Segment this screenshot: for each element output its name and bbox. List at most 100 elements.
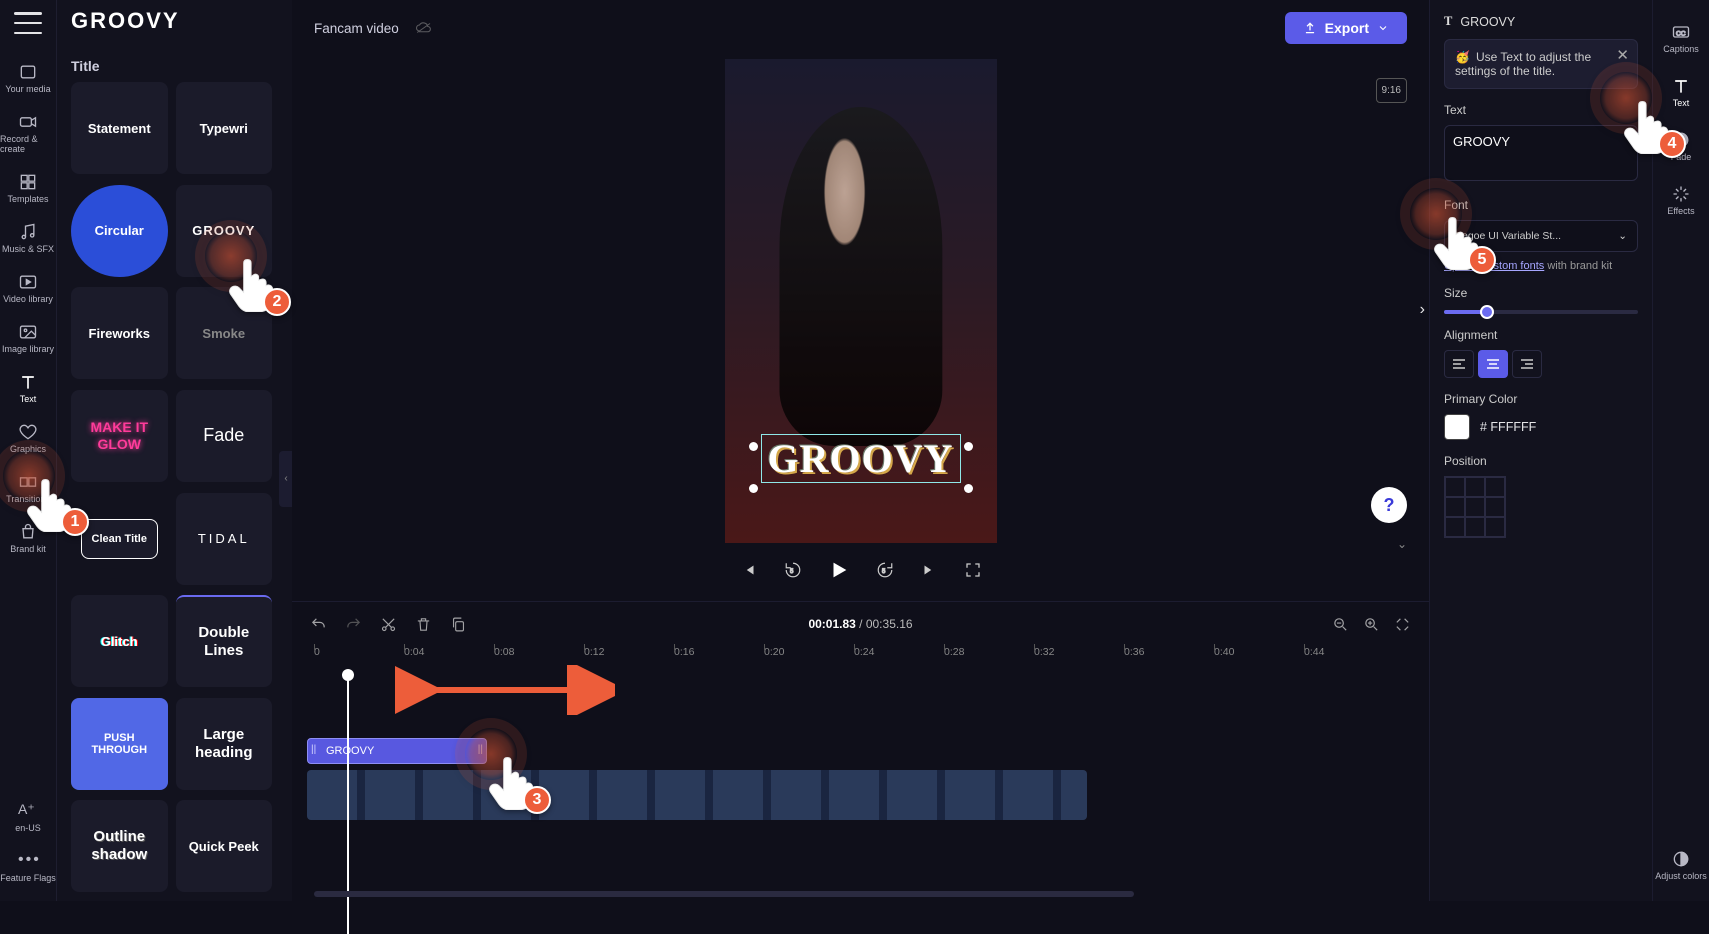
rail-label: Text: [20, 394, 37, 404]
timeline-text-clip[interactable]: GROOVY: [307, 738, 487, 764]
emoji-icon: 🥳: [1455, 50, 1470, 64]
text-icon: [1671, 76, 1691, 96]
resize-handle[interactable]: [964, 484, 973, 493]
hamburger-button[interactable]: [14, 12, 42, 34]
rail-text[interactable]: Text: [0, 364, 56, 412]
tile-glitch[interactable]: Glitch: [71, 595, 168, 687]
zoom-in-button[interactable]: [1363, 616, 1380, 633]
stage: 9:16 GROOVY ? › ⌄: [292, 56, 1429, 545]
rrail-fade[interactable]: Fade: [1653, 120, 1709, 172]
font-select[interactable]: Segoe UI Variable St... ⌄: [1444, 220, 1638, 252]
upload-fonts-link[interactable]: Upload custom fonts: [1444, 260, 1544, 272]
tile-fireworks[interactable]: Fireworks: [71, 287, 168, 379]
timeline-tracks[interactable]: GROOVY: [292, 674, 1429, 901]
left-panel: GROOVY Title Statement Typewri Circular …: [57, 0, 292, 901]
resize-handle[interactable]: [749, 442, 758, 451]
project-name[interactable]: Fancam video: [314, 21, 399, 36]
tile-statement[interactable]: Statement: [71, 82, 168, 174]
rail-feature-flags[interactable]: ••• Feature Flags: [0, 843, 56, 891]
tile-tidal[interactable]: TIDAL: [176, 493, 273, 585]
tile-double-lines[interactable]: Double Lines: [176, 595, 273, 687]
svg-text:CC: CC: [1676, 30, 1686, 37]
fullscreen-button[interactable]: [964, 561, 982, 579]
tile-large-heading[interactable]: Large heading: [176, 698, 273, 790]
skip-start-button[interactable]: [740, 561, 758, 579]
size-slider[interactable]: [1444, 310, 1638, 314]
close-tip-button[interactable]: ✕: [1616, 46, 1629, 64]
expand-right-chevron[interactable]: ›: [1420, 301, 1425, 319]
rrail-adjust-colors[interactable]: Adjust colors: [1653, 839, 1709, 891]
rail-label: Brand kit: [10, 544, 46, 554]
color-value: # FFFFFF: [1480, 420, 1536, 434]
rail-video-lib[interactable]: Video library: [0, 264, 56, 312]
expand-dropdown-chevron[interactable]: ⌄: [1397, 537, 1407, 551]
color-row: # FFFFFF: [1444, 414, 1638, 440]
align-right-button[interactable]: [1512, 350, 1542, 378]
rrail-effects[interactable]: Effects: [1653, 174, 1709, 226]
export-button[interactable]: Export: [1285, 12, 1407, 44]
bag-icon: [18, 522, 38, 542]
copy-button[interactable]: [450, 616, 467, 633]
slider-thumb[interactable]: [1480, 305, 1494, 319]
timeline-ruler[interactable]: 00:040:080:120:160:200:240:280:320:360:4…: [292, 646, 1429, 674]
tile-quick-peek[interactable]: Quick Peek: [176, 800, 273, 892]
collapse-left-button[interactable]: ‹: [279, 451, 292, 507]
position-section-label: Position: [1444, 454, 1638, 468]
undo-button[interactable]: [310, 616, 327, 633]
alignment-section-label: Alignment: [1444, 328, 1638, 342]
timeline-scrollbar[interactable]: [314, 891, 1134, 897]
tile-smoke[interactable]: Smoke: [176, 287, 273, 379]
rail-templates[interactable]: Templates: [0, 164, 56, 212]
rail-label: Video library: [3, 294, 53, 304]
rrail-text[interactable]: Text: [1653, 66, 1709, 118]
rail-your-media[interactable]: Your media: [0, 54, 56, 102]
rail-music[interactable]: Music & SFX: [0, 214, 56, 262]
rail-image-lib[interactable]: Image library: [0, 314, 56, 362]
color-swatch[interactable]: [1444, 414, 1470, 440]
contrast-icon: [1671, 849, 1691, 869]
cut-button[interactable]: [380, 616, 397, 633]
tile-groovy[interactable]: GROOVY: [176, 185, 273, 277]
help-button[interactable]: ?: [1371, 487, 1407, 523]
timeline-video-clip[interactable]: [307, 770, 1087, 820]
tile-make-it-glow[interactable]: MAKE IT GLOW: [71, 390, 168, 482]
tile-push-through[interactable]: PUSH THROUGH: [71, 698, 168, 790]
tile-fade[interactable]: Fade: [176, 390, 273, 482]
total-time: 00:35.16: [866, 617, 913, 631]
tile-circular[interactable]: Circular: [71, 185, 168, 277]
tile-typewriter[interactable]: Typewri: [176, 82, 273, 174]
zoom-out-button[interactable]: [1332, 616, 1349, 633]
position-grid[interactable]: [1444, 476, 1506, 538]
music-icon: [18, 222, 38, 242]
video-canvas[interactable]: GROOVY: [725, 59, 997, 543]
align-left-button[interactable]: [1444, 350, 1474, 378]
redo-button[interactable]: [345, 616, 362, 633]
timeline-actions: 00:01.83 / 00:35.16: [292, 602, 1429, 646]
tile-clean-title[interactable]: Clean Title: [81, 519, 158, 559]
title-template-grid: Statement Typewri Circular GROOVY Firewo…: [71, 82, 278, 895]
rail-locale[interactable]: A⁺ en-US: [0, 793, 56, 841]
rail-brand-kit[interactable]: Brand kit: [0, 514, 56, 562]
resize-handle[interactable]: [749, 484, 758, 493]
fit-button[interactable]: [1394, 616, 1411, 633]
templates-icon: [18, 172, 38, 192]
timeline-timecode: 00:01.83 / 00:35.16: [808, 617, 912, 631]
skip-end-button[interactable]: [920, 561, 938, 579]
rail-transitions[interactable]: Transitions: [0, 464, 56, 512]
forward-5-button[interactable]: 5: [876, 561, 894, 579]
aspect-ratio-button[interactable]: 9:16: [1376, 78, 1407, 103]
rail-label: Record & create: [0, 134, 56, 154]
rrail-captions[interactable]: CC Captions: [1653, 12, 1709, 64]
tile-outline-shadow[interactable]: Outline shadow: [71, 800, 168, 892]
delete-button[interactable]: [415, 616, 432, 633]
tip-text: Use Text to adjust the settings of the t…: [1455, 50, 1591, 78]
rewind-5-button[interactable]: 5: [784, 561, 802, 579]
text-overlay[interactable]: GROOVY: [761, 434, 961, 483]
captions-icon: CC: [1671, 22, 1691, 42]
rail-graphics[interactable]: Graphics: [0, 414, 56, 462]
resize-handle[interactable]: [964, 442, 973, 451]
align-center-button[interactable]: [1478, 350, 1508, 378]
rail-record[interactable]: Record & create: [0, 104, 56, 162]
play-button[interactable]: [828, 559, 850, 581]
text-input[interactable]: [1444, 125, 1638, 181]
